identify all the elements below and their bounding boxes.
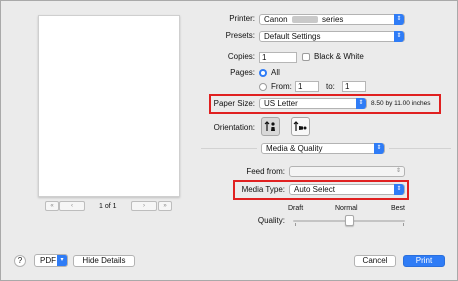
black-white-checkbox[interactable]: [302, 53, 310, 61]
section-value: Media & Quality: [266, 144, 323, 153]
chevron-updown-icon: ⇕: [374, 143, 384, 154]
paper-size-label: Paper Size:: [213, 99, 255, 108]
feed-from-select[interactable]: ⇕: [289, 166, 405, 177]
landscape-orientation-button[interactable]: [291, 117, 310, 136]
orientation-label: Orientation:: [213, 123, 255, 132]
page-preview: [38, 15, 180, 197]
next-page-button[interactable]: ›: [131, 201, 157, 211]
pages-from-field[interactable]: 1: [295, 81, 319, 92]
feed-from-label: Feed from:: [246, 167, 285, 176]
printer-name-blurred: [291, 16, 318, 23]
copies-label: Copies:: [227, 52, 255, 61]
portrait-orientation-button[interactable]: [261, 117, 280, 136]
chevron-down-icon: ▾: [57, 255, 67, 266]
pages-range-radio[interactable]: [259, 83, 267, 91]
pages-all-radio[interactable]: [259, 69, 267, 77]
quality-slider-knob[interactable]: [345, 215, 354, 226]
presets-value: Default Settings: [264, 32, 321, 41]
pages-from-label: From:: [271, 82, 292, 91]
section-separator-right: [389, 148, 451, 149]
media-type-select[interactable]: Auto Select ⇕: [289, 184, 405, 195]
chevron-updown-icon: ⇕: [395, 168, 401, 174]
printer-name-suffix: series: [322, 15, 344, 24]
pdf-label: PDF: [40, 256, 56, 265]
previous-page-button[interactable]: ‹: [59, 201, 85, 211]
pages-all-label: All: [271, 68, 280, 77]
chevron-updown-icon: ⇕: [356, 98, 366, 109]
chevron-updown-icon: ⇕: [394, 31, 404, 42]
paper-size-value: US Letter: [264, 99, 298, 108]
portrait-icon: [264, 121, 275, 131]
landscape-icon: [293, 121, 307, 131]
quality-label: Quality:: [257, 216, 285, 225]
presets-select[interactable]: Default Settings ⇕: [259, 31, 405, 42]
help-icon: ?: [17, 256, 23, 265]
chevron-updown-icon: ⇕: [394, 184, 404, 195]
last-page-button[interactable]: »: [158, 201, 172, 211]
copies-field[interactable]: 1: [259, 52, 297, 63]
hide-details-button[interactable]: Hide Details: [73, 255, 135, 267]
media-type-value: Auto Select: [294, 185, 335, 194]
section-separator-left: [201, 148, 257, 149]
black-white-label: Black & White: [314, 52, 364, 61]
media-type-label: Media Type:: [241, 185, 285, 194]
pages-to-field[interactable]: 1: [342, 81, 366, 92]
pages-label: Pages:: [230, 68, 255, 77]
printer-name-prefix: Canon: [264, 15, 288, 24]
printer-select[interactable]: Canon series ⇕: [259, 14, 405, 25]
page-counter: 1 of 1: [99, 203, 117, 210]
quality-tick-draft: [295, 223, 296, 226]
printer-label: Printer:: [229, 14, 255, 23]
quality-draft-label: Draft: [288, 205, 304, 212]
print-button[interactable]: Print: [403, 255, 445, 267]
section-select[interactable]: Media & Quality ⇕: [261, 143, 385, 154]
first-page-button[interactable]: «: [45, 201, 59, 211]
paper-dimensions: 8.50 by 11.00 inches: [371, 100, 431, 107]
cancel-button[interactable]: Cancel: [354, 255, 396, 267]
pdf-menu-button[interactable]: PDF ▾: [34, 254, 68, 267]
chevron-updown-icon: ⇕: [394, 14, 404, 25]
help-button[interactable]: ?: [14, 255, 26, 267]
quality-best-label: Best: [391, 205, 406, 212]
paper-size-select[interactable]: US Letter ⇕: [259, 98, 367, 109]
quality-normal-label: Normal: [335, 205, 358, 212]
print-dialog: « ‹ 1 of 1 › » Printer: Canon series ⇕ P…: [0, 0, 458, 281]
presets-label: Presets:: [225, 31, 255, 40]
pages-to-label: to:: [326, 82, 335, 91]
quality-tick-best: [403, 223, 404, 226]
